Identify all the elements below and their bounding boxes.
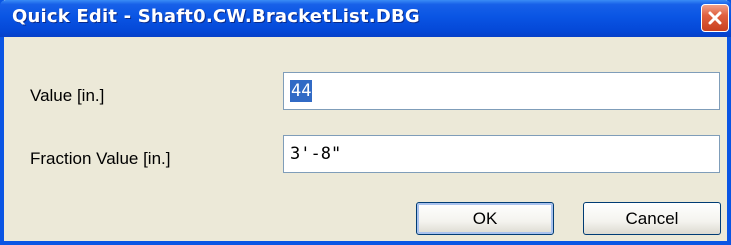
value-input[interactable]: 44 <box>283 72 720 110</box>
value-input-text: 44 <box>290 80 313 102</box>
fraction-value-label: Fraction Value [in.] <box>30 149 171 168</box>
fraction-value-input[interactable]: 3'-8" <box>283 135 720 173</box>
title-bar[interactable]: Quick Edit - Shaft0.CW.BracketList.DBG <box>0 0 731 37</box>
cancel-button[interactable]: Cancel <box>583 202 721 235</box>
close-button[interactable] <box>701 4 729 32</box>
ok-button[interactable]: OK <box>416 202 554 235</box>
value-label: Value [in.] <box>30 86 105 105</box>
fraction-value-input-text: 3'-8" <box>290 144 342 164</box>
quick-edit-dialog: Quick Edit - Shaft0.CW.BracketList.DBG V… <box>0 0 731 245</box>
window-title: Quick Edit - Shaft0.CW.BracketList.DBG <box>12 6 420 27</box>
